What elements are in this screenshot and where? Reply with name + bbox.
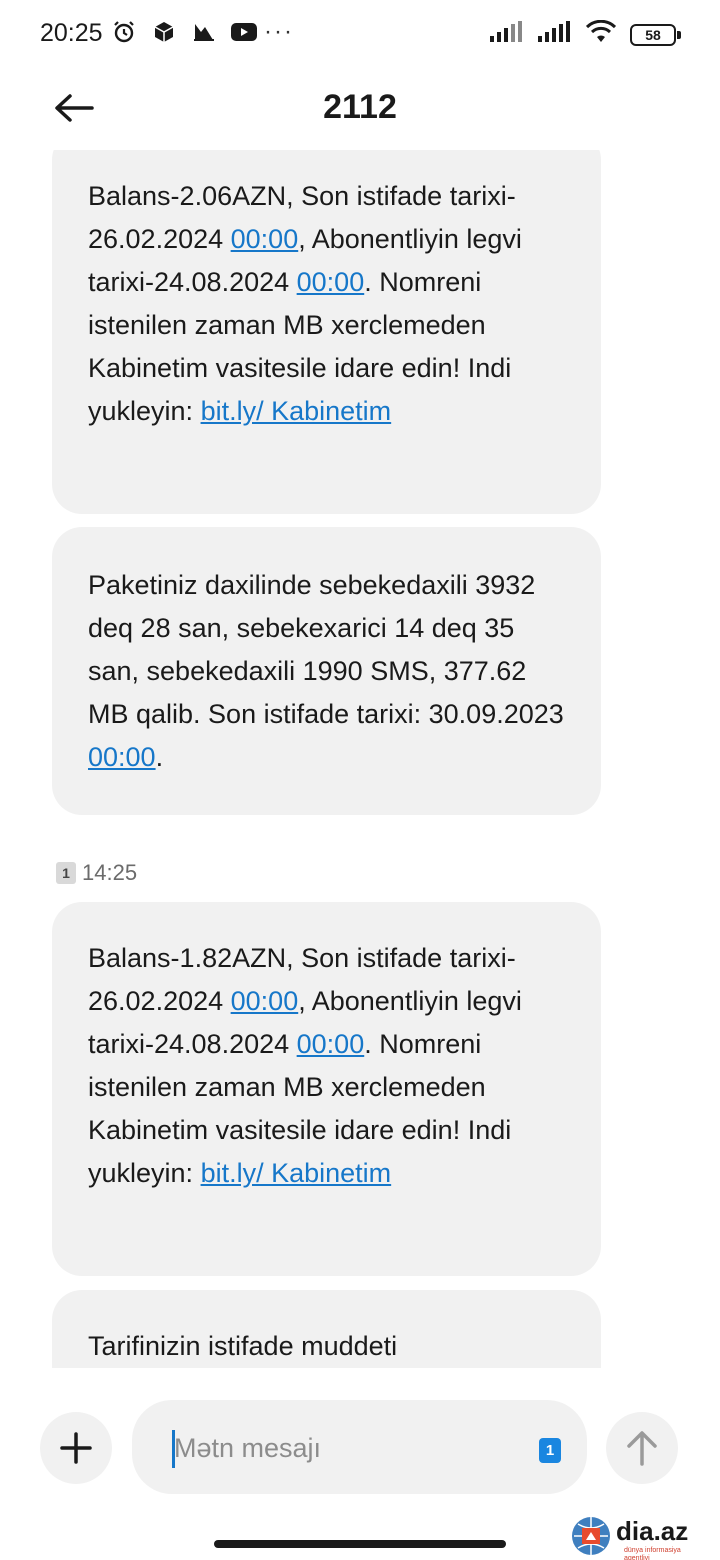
plus-icon bbox=[60, 1432, 92, 1464]
battery-icon: 58 bbox=[630, 23, 681, 46]
message-text-run: . bbox=[155, 742, 164, 772]
send-button[interactable] bbox=[606, 1412, 678, 1484]
message-link[interactable]: bit.ly/ Kabinetim bbox=[201, 1158, 392, 1188]
page-title: 2112 bbox=[323, 88, 397, 126]
status-bar: 20:25 ··· 58 bbox=[0, 0, 720, 70]
youtube-icon bbox=[230, 18, 258, 46]
status-notification-icons bbox=[110, 18, 258, 46]
more-notifications-icon: ··· bbox=[264, 18, 294, 45]
message-bubble[interactable]: Balans-2.06AZN, Son istifade tarixi-26.0… bbox=[52, 150, 601, 514]
message-bubble[interactable]: Balans-1.82AZN, Son istifade tarixi-26.0… bbox=[52, 902, 601, 1276]
message-link[interactable]: 00:00 bbox=[297, 267, 365, 297]
message-link[interactable]: 00:00 bbox=[297, 1029, 365, 1059]
conversation-header: 2112 bbox=[0, 70, 720, 150]
message-link[interactable]: 00:00 bbox=[231, 224, 299, 254]
watermark-brand: dia.az bbox=[616, 1516, 689, 1546]
home-indicator[interactable] bbox=[214, 1540, 506, 1548]
message-text: Balans-1.82AZN, Son istifade tarixi-26.0… bbox=[88, 937, 565, 1195]
wifi-icon bbox=[585, 19, 617, 49]
sim-select-button[interactable]: 1 bbox=[539, 1438, 561, 1463]
package-icon bbox=[150, 18, 178, 46]
signal-strength-icon-2 bbox=[538, 21, 572, 48]
message-link[interactable]: bit.ly/ Kabinetim bbox=[201, 396, 392, 426]
message-timestamp: 1 14:25 bbox=[56, 860, 137, 886]
status-system-icons: 58 bbox=[490, 19, 681, 49]
message-text-run: Paketiniz daxilinde sebekedaxili 3932 de… bbox=[88, 570, 564, 729]
message-text-run: Tarifinizin istifade muddeti bbox=[88, 1331, 398, 1361]
alarm-icon bbox=[110, 18, 138, 46]
message-input[interactable] bbox=[174, 1426, 514, 1470]
watermark-tagline: dünya informasiya agentliyi bbox=[624, 1547, 681, 1560]
signal-strength-icon-1 bbox=[490, 21, 524, 48]
message-link[interactable]: 00:00 bbox=[231, 986, 299, 1016]
timestamp-text: 14:25 bbox=[82, 860, 138, 885]
message-list[interactable]: Balans-2.06AZN, Son istifade tarixi-26.0… bbox=[0, 150, 720, 1368]
send-arrow-icon bbox=[627, 1431, 657, 1466]
add-attachment-button[interactable] bbox=[40, 1412, 112, 1484]
message-bubble[interactable]: Tarifinizin istifade muddeti bbox=[52, 1290, 601, 1368]
watermark: dia.az dünya informasiya agentliyi bbox=[566, 1512, 720, 1560]
gallery-icon bbox=[190, 18, 218, 46]
message-input-container[interactable]: 1 bbox=[132, 1400, 587, 1494]
message-link[interactable]: 00:00 bbox=[88, 742, 156, 772]
message-text: Paketiniz daxilinde sebekedaxili 3932 de… bbox=[88, 564, 565, 779]
message-text: Tarifinizin istifade muddeti bbox=[88, 1325, 565, 1368]
message-bubble[interactable]: Paketiniz daxilinde sebekedaxili 3932 de… bbox=[52, 527, 601, 815]
message-composer: 1 bbox=[0, 1400, 720, 1496]
globe-logo-icon bbox=[572, 1517, 610, 1555]
sim-badge: 1 bbox=[56, 862, 76, 884]
status-time: 20:25 bbox=[40, 19, 103, 47]
message-text: Balans-2.06AZN, Son istifade tarixi-26.0… bbox=[88, 175, 565, 433]
